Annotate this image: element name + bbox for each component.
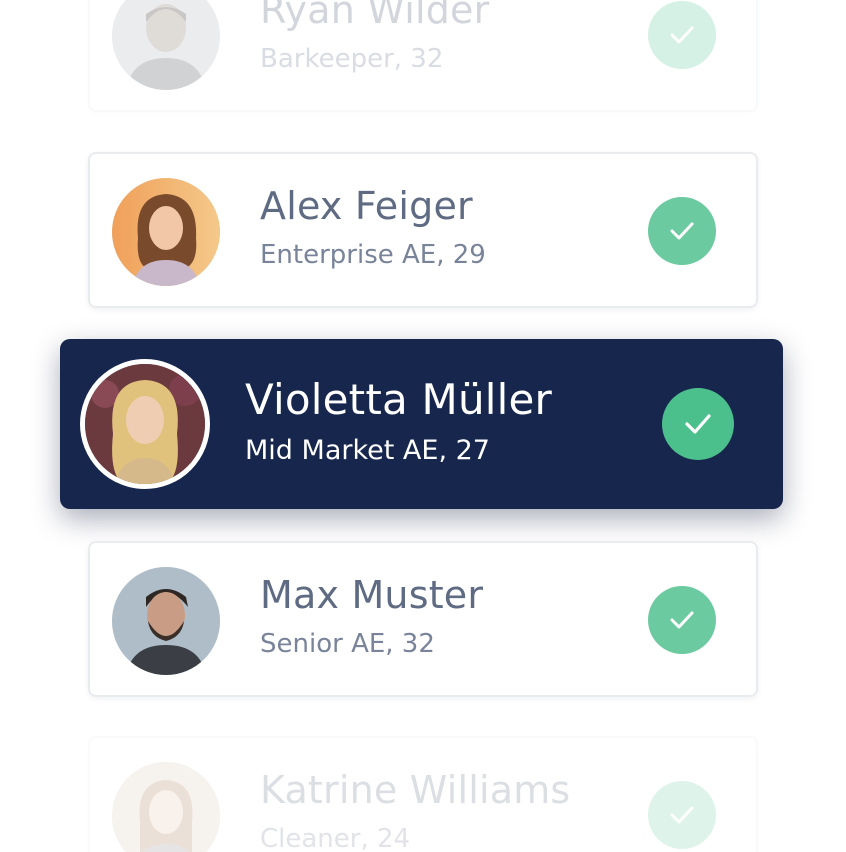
avatar [112, 178, 220, 286]
check-icon [670, 611, 694, 629]
candidate-name: Ryan Wilder [260, 0, 490, 32]
candidate-role: Cleaner, 24 [260, 824, 411, 852]
avatar [112, 0, 220, 90]
candidate-card-max-muster[interactable]: Max Muster Senior AE, 32 [88, 541, 758, 697]
avatar-icon [85, 364, 205, 484]
check-button[interactable] [648, 781, 716, 849]
check-icon [685, 414, 711, 434]
avatar-icon [112, 567, 220, 675]
avatar-icon [112, 762, 220, 852]
candidate-name: Max Muster [260, 573, 484, 617]
check-icon [670, 222, 694, 240]
candidate-role: Barkeeper, 32 [260, 44, 444, 74]
check-button[interactable] [662, 388, 734, 460]
candidate-role: Senior AE, 32 [260, 629, 435, 659]
candidate-card-katrine-williams[interactable]: Katrine Williams Cleaner, 24 [88, 736, 758, 852]
check-icon [670, 26, 694, 44]
candidate-card-ryan-wilder[interactable]: Ryan Wilder Barkeeper, 32 [88, 0, 758, 112]
candidate-list: Ryan Wilder Barkeeper, 32 Alex Feiger En… [0, 0, 846, 852]
candidate-role: Enterprise AE, 29 [260, 240, 486, 270]
check-button[interactable] [648, 197, 716, 265]
avatar-icon [112, 0, 220, 90]
candidate-name: Katrine Williams [260, 768, 571, 812]
candidate-name: Alex Feiger [260, 184, 473, 228]
check-icon [670, 806, 694, 824]
candidate-card-violetta-mueller[interactable]: Violetta Müller Mid Market AE, 27 [60, 339, 783, 509]
candidate-name: Violetta Müller [245, 375, 553, 424]
candidate-card-alex-feiger[interactable]: Alex Feiger Enterprise AE, 29 [88, 152, 758, 308]
check-button[interactable] [648, 1, 716, 69]
avatar [80, 359, 210, 489]
avatar-icon [112, 178, 220, 286]
avatar [112, 567, 220, 675]
avatar [112, 762, 220, 852]
candidate-role: Mid Market AE, 27 [245, 435, 490, 466]
check-button[interactable] [648, 586, 716, 654]
